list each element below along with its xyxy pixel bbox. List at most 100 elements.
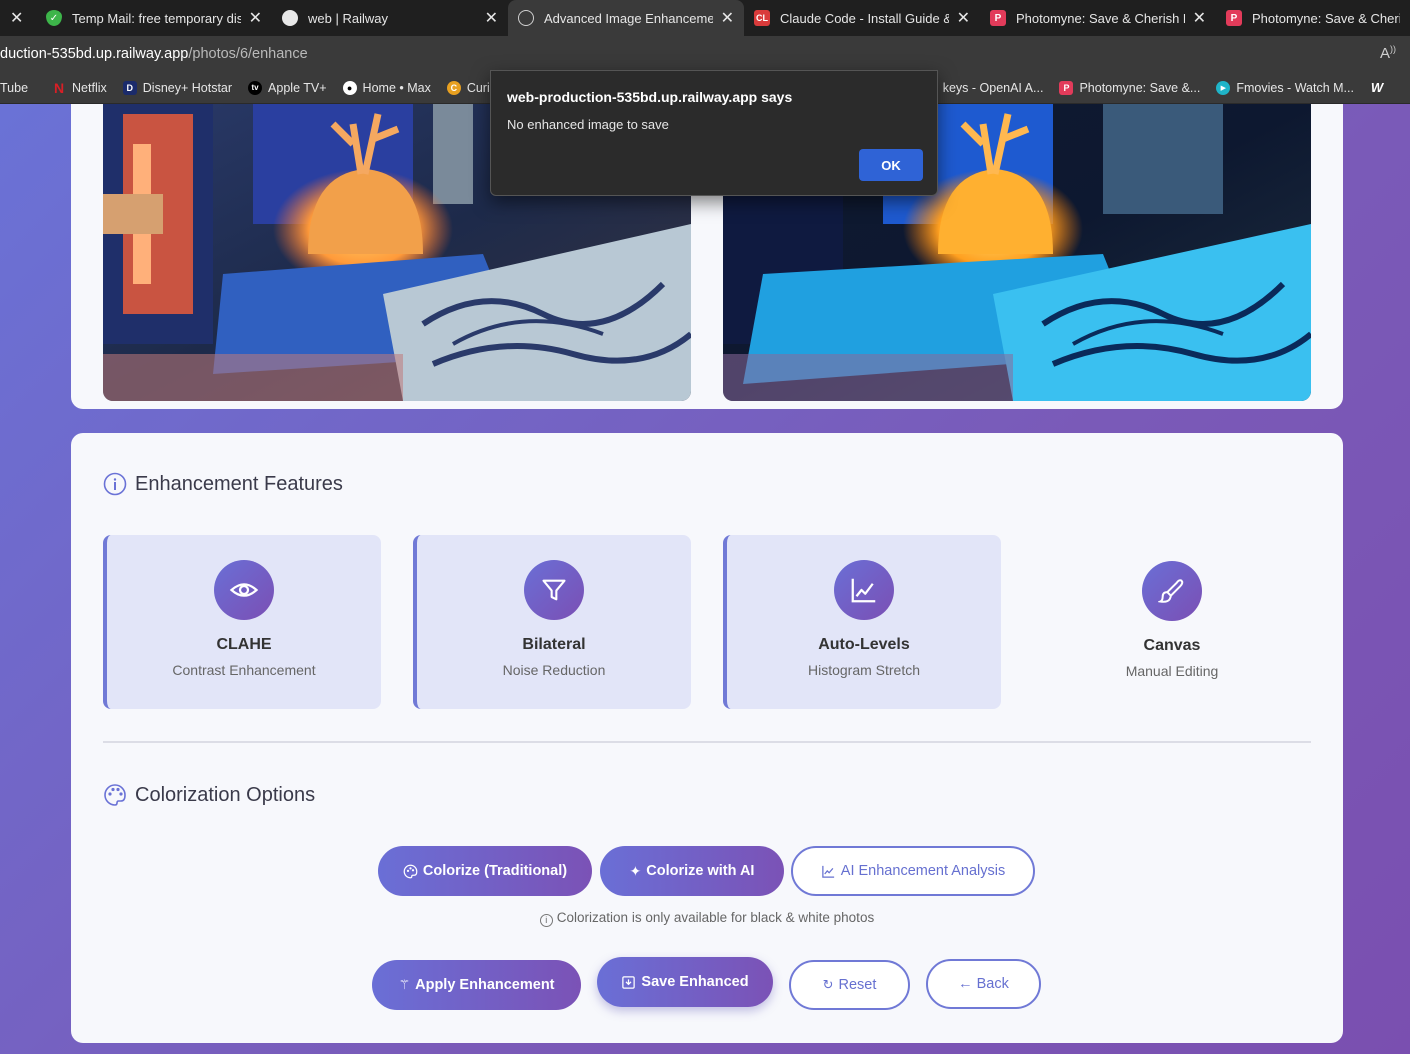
feature-name: Bilateral xyxy=(522,636,586,653)
button-label: ← Back xyxy=(958,976,1009,992)
tab-label: web | Railway xyxy=(308,10,388,26)
close-icon[interactable]: ✕ xyxy=(721,8,734,28)
button-label: Colorize (Traditional) xyxy=(422,863,568,879)
apply-enhancement-button[interactable]: ⚚ Apply Enhancement xyxy=(372,960,581,1010)
tab-label: Photomyne: Save & Cherish Fa xyxy=(1252,10,1400,26)
tab-temp-mail[interactable]: ✓ Temp Mail: free temporary disposable ✕ xyxy=(36,0,272,36)
max-icon: ● xyxy=(342,80,357,95)
button-label: AI Enhancement Analysis xyxy=(840,863,1006,879)
close-icon[interactable]: ✕ xyxy=(249,8,262,28)
claude-code-icon: CL xyxy=(754,10,770,26)
feature-description: Noise Reduction xyxy=(502,662,606,678)
tab-label: Temp Mail: free temporary disposable xyxy=(72,10,241,26)
bookmark-label: Apple TV+ xyxy=(268,80,327,95)
bookmark-disney-hotstar[interactable]: D Disney+ Hotstar xyxy=(115,80,240,95)
tab-photomyne-1[interactable]: P Photomyne: Save & Cherish Fami ✕ xyxy=(980,0,1216,36)
url-path: /photos/6/enhance xyxy=(188,46,308,62)
close-icon[interactable]: ✕ xyxy=(485,8,498,28)
tab-label: Advanced Image Enhancement - xyxy=(544,10,713,26)
close-icon[interactable]: ✕ xyxy=(1193,8,1206,28)
chart-line-icon xyxy=(821,864,836,879)
feature-card-clahe[interactable]: CLAHE Contrast Enhancement xyxy=(103,535,381,709)
bookmark-apple-tv[interactable]: tv Apple TV+ xyxy=(240,80,335,95)
tab-partial[interactable]: ✕ xyxy=(0,0,36,36)
globe-icon xyxy=(518,10,534,26)
reset-button[interactable]: ↻ Reset xyxy=(789,960,910,1010)
tab-label: Photomyne: Save & Cherish Fami xyxy=(1016,10,1185,26)
dialog-message: No enhanced image to save xyxy=(507,117,669,132)
bookmark-waveform[interactable]: W xyxy=(1362,80,1398,95)
url-field[interactable]: duction-535bd.up.railway.app/photos/6/en… xyxy=(0,46,308,62)
tab-label: Claude Code - Install Guide & Se xyxy=(780,10,949,26)
info-circle-icon xyxy=(103,472,127,496)
photomyne-icon: P xyxy=(990,10,1006,26)
section-title-text: Colorization Options xyxy=(135,783,316,806)
colorization-options-heading: Colorization Options xyxy=(103,783,315,807)
feature-description: Manual Editing xyxy=(1125,663,1219,679)
colorize-ai-button[interactable]: ✦ Colorize with AI xyxy=(600,846,784,896)
close-icon[interactable]: ✕ xyxy=(10,8,23,28)
colorization-note: i Colorization is only available for blac… xyxy=(71,910,1343,927)
feature-description: Contrast Enhancement xyxy=(172,662,316,678)
download-icon xyxy=(621,975,636,990)
bookmark-label: Fmovies - Watch M... xyxy=(1236,80,1354,95)
feature-name: CLAHE xyxy=(216,636,272,653)
alert-dialog: web-production-535bd.up.railway.app says… xyxy=(490,70,938,196)
photomyne-icon: P xyxy=(1226,10,1242,26)
enhancement-features-heading: Enhancement Features xyxy=(103,472,343,496)
section-title-text: Enhancement Features xyxy=(135,472,343,495)
tab-railway[interactable]: web | Railway ✕ xyxy=(272,0,508,36)
tab-claude-code[interactable]: CL Claude Code - Install Guide & Se ✕ xyxy=(744,0,980,36)
close-icon[interactable]: ✕ xyxy=(957,8,970,28)
features-card: Enhancement Features CLAHE Contrast Enha… xyxy=(71,433,1343,1043)
bookmark-openai-keys[interactable]: keys - OpenAI A... xyxy=(935,81,1052,95)
netflix-icon: N xyxy=(53,79,65,96)
bookmark-label: keys - OpenAI A... xyxy=(942,80,1044,95)
button-label: Apply Enhancement xyxy=(415,977,555,993)
apple-tv-icon: tv xyxy=(248,80,263,95)
button-label: Colorize with AI xyxy=(646,863,755,879)
info-circle-icon: i xyxy=(539,914,553,927)
bookmark-photomyne[interactable]: P Photomyne: Save &... xyxy=(1051,80,1208,95)
railway-icon xyxy=(282,10,298,26)
bookmark-label: Netflix xyxy=(72,80,107,95)
bookmark-label: Tube xyxy=(0,80,29,95)
bookmark-label: Disney+ Hotstar xyxy=(142,80,233,95)
back-button[interactable]: ← Back xyxy=(926,959,1041,1009)
disney-hotstar-icon: D xyxy=(122,80,137,95)
read-aloud-icon[interactable]: A)) xyxy=(1380,44,1396,62)
bookmark-fmovies[interactable]: ▶ Fmovies - Watch M... xyxy=(1208,80,1362,95)
button-label: Reset xyxy=(838,977,877,993)
url-host: duction-535bd.up.railway.app xyxy=(0,46,189,62)
feature-card-canvas[interactable]: Canvas Manual Editing xyxy=(1033,536,1311,710)
feature-description: Histogram Stretch xyxy=(807,662,921,678)
colorize-traditional-button[interactable]: Colorize (Traditional) xyxy=(378,846,592,896)
brush-icon xyxy=(1142,561,1202,621)
dialog-ok-button[interactable]: OK xyxy=(859,149,923,181)
feature-card-auto-levels[interactable]: Auto-Levels Histogram Stretch xyxy=(723,535,1001,709)
palette-icon xyxy=(103,783,127,807)
waveform-icon: W xyxy=(1370,80,1384,95)
tab-photomyne-2[interactable]: P Photomyne: Save & Cherish Fa xyxy=(1216,0,1410,36)
feature-card-bilateral[interactable]: Bilateral Noise Reduction xyxy=(413,535,691,709)
eye-icon xyxy=(214,560,274,620)
refresh-icon: ↻ xyxy=(822,977,834,992)
bookmark-label: Photomyne: Save &... xyxy=(1079,80,1201,95)
feature-name: Canvas xyxy=(1143,637,1201,654)
section-divider xyxy=(103,741,1311,743)
bookmark-youtube[interactable]: Tube xyxy=(0,81,36,95)
bookmark-netflix[interactable]: N Netflix xyxy=(44,79,115,96)
magic-wand-icon: ⚚ xyxy=(398,977,411,992)
bookmark-home-max[interactable]: ● Home • Max xyxy=(335,80,439,95)
chart-line-icon xyxy=(834,560,894,620)
dialog-title: web-production-535bd.up.railway.app says xyxy=(507,89,793,105)
address-bar[interactable]: duction-535bd.up.railway.app/photos/6/en… xyxy=(0,36,1410,72)
filter-icon xyxy=(524,560,584,620)
note-text: Colorization is only available for black… xyxy=(556,910,875,925)
curio-icon: C xyxy=(446,80,461,95)
ai-enhancement-analysis-button[interactable]: AI Enhancement Analysis xyxy=(791,846,1035,896)
bookmark-label: Home • Max xyxy=(362,80,431,95)
save-enhanced-button[interactable]: Save Enhanced xyxy=(597,957,773,1007)
page-viewport[interactable]: Enhancement Features CLAHE Contrast Enha… xyxy=(0,104,1410,1054)
tab-advanced-image-enhancement[interactable]: Advanced Image Enhancement - ✕ xyxy=(508,0,744,36)
